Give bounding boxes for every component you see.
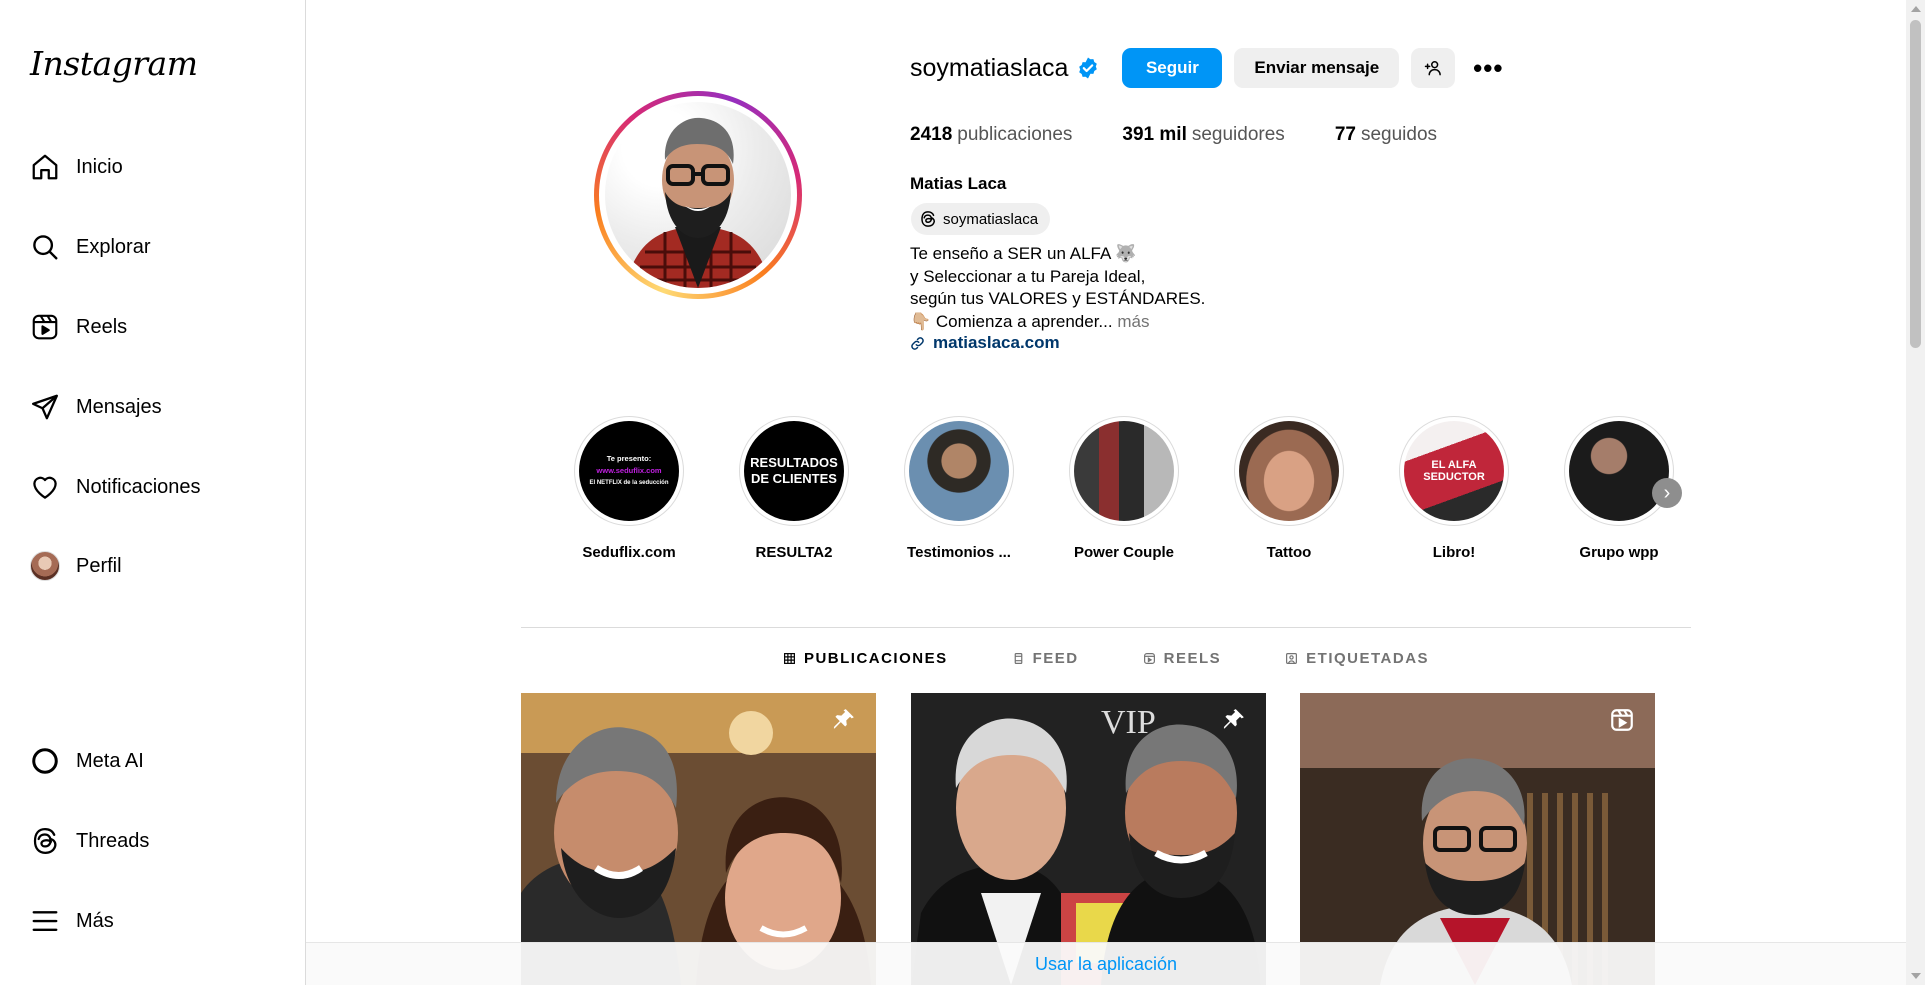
chevron-right-icon: ›	[1663, 481, 1671, 504]
use-app-bar: Usar la aplicación	[306, 942, 1906, 985]
posts-stat: 2418 publicaciones	[910, 124, 1073, 145]
sidebar-item-label: Inicio	[76, 155, 123, 178]
heart-icon	[18, 472, 72, 502]
highlight-testimonios[interactable]: Testimonios ...	[889, 416, 1029, 561]
highlight-label: Tattoo	[1266, 544, 1312, 561]
highlights-next-button[interactable]: ›	[1652, 478, 1682, 508]
following-stat[interactable]: 77 seguidos	[1335, 124, 1437, 146]
scroll-down-arrow-icon[interactable]	[1911, 973, 1921, 979]
profile-stats: 2418 publicaciones 391 mil seguidores 77 se…	[910, 124, 1487, 146]
send-icon	[18, 392, 72, 422]
tab-reels[interactable]: REELS	[1143, 650, 1222, 667]
highlight-label: Power Couple	[1073, 544, 1174, 561]
threads-badge[interactable]: soymatiaslaca	[911, 203, 1051, 235]
profile-username: soymatiaslaca	[910, 53, 1069, 82]
highlight-libro[interactable]: EL ALFA SEDUCTOR Libro!	[1384, 416, 1524, 561]
bio-line: según tus VALORES y ESTÁNDARES.	[910, 289, 1206, 308]
profile-tabs: PUBLICACIONES FEED REELS ETIQUETADAS	[521, 650, 1691, 667]
tab-feed[interactable]: FEED	[1012, 650, 1079, 667]
reels-tab-icon	[1143, 653, 1155, 664]
threads-icon	[18, 826, 72, 856]
sidebar-item-label: Más	[76, 909, 114, 932]
search-icon	[18, 232, 72, 262]
threads-icon	[921, 211, 935, 227]
reels-icon	[18, 312, 72, 342]
verified-badge-icon	[1079, 57, 1098, 79]
add-person-icon	[1424, 61, 1441, 76]
tagged-icon	[1286, 653, 1298, 664]
sidebar-item-label: Notificaciones	[76, 475, 201, 498]
highlight-label: Libro!	[1432, 544, 1476, 561]
bio-line: 👇🏼 Comienza a aprender...	[910, 311, 1113, 331]
sidebar-item-label: Perfil	[76, 554, 122, 577]
feed-icon	[1014, 653, 1022, 664]
highlight-label: RESULTA2	[755, 544, 833, 561]
threads-handle: soymatiaslaca	[943, 210, 1039, 228]
sidebar-item-mas[interactable]: Más	[18, 893, 286, 949]
sidebar-item-label: Threads	[76, 829, 150, 852]
profile-picture-ring[interactable]	[594, 91, 802, 299]
sidebar-item-perfil[interactable]: Perfil	[18, 538, 286, 594]
grid-icon	[783, 653, 795, 664]
sidebar-item-notificaciones[interactable]: Notificaciones	[18, 459, 286, 515]
sidebar-item-meta-ai[interactable]: Meta AI	[18, 733, 286, 789]
reel-icon	[1611, 709, 1633, 731]
meta-ai-icon	[18, 746, 72, 776]
follow-button[interactable]: Seguir	[1122, 48, 1223, 88]
bio-line: Te enseño a SER un ALFA 🐺	[910, 244, 1137, 263]
sidebar-item-label: Meta AI	[76, 749, 144, 772]
scrollbar-thumb[interactable]	[1910, 20, 1921, 348]
sidebar-item-reels[interactable]: Reels	[18, 299, 286, 355]
highlight-label: Grupo wpp	[1579, 544, 1659, 561]
home-icon	[18, 152, 72, 182]
tab-publicaciones[interactable]: PUBLICACIONES	[783, 650, 948, 667]
sidebar: Instagram Inicio Explorar Reels Mensajes…	[0, 0, 306, 985]
profile-bio: Te enseño a SER un ALFA 🐺 y Seleccionar …	[910, 243, 1205, 333]
highlight-power-couple[interactable]: Power Couple	[1054, 416, 1194, 561]
sidebar-item-inicio[interactable]: Inicio	[18, 139, 286, 195]
use-app-link[interactable]: Usar la aplicación	[1035, 954, 1177, 975]
profile-picture	[605, 102, 791, 288]
section-divider	[521, 627, 1691, 628]
instagram-logo[interactable]: Instagram	[30, 44, 198, 83]
highlight-tattoo[interactable]: Tattoo	[1219, 416, 1359, 561]
website-url: matiaslaca.com	[933, 333, 1060, 352]
link-icon	[911, 336, 924, 350]
scrollbar[interactable]	[1906, 0, 1925, 985]
send-message-button[interactable]: Enviar mensaje	[1234, 48, 1400, 88]
pin-icon	[1223, 709, 1244, 729]
menu-icon	[18, 906, 72, 936]
sidebar-item-label: Reels	[76, 315, 128, 338]
sidebar-item-label: Explorar	[76, 235, 151, 258]
more-options-icon[interactable]: •••	[1473, 55, 1503, 81]
highlight-label: Testimonios ...	[907, 544, 1011, 561]
highlight-seduflix[interactable]: Te presento: www.seduflix.com El NETFLIX…	[559, 416, 699, 561]
bio-more-link[interactable]: más	[1117, 312, 1149, 331]
highlight-label: Seduflix.com	[582, 544, 676, 561]
sidebar-item-threads[interactable]: Threads	[18, 813, 286, 869]
tab-etiquetadas[interactable]: ETIQUETADAS	[1285, 650, 1429, 667]
scroll-up-arrow-icon[interactable]	[1911, 6, 1921, 12]
bio-line: y Seleccionar a tu Pareja Ideal,	[910, 266, 1146, 286]
profile-full-name: Matias Laca	[910, 174, 1007, 193]
followers-stat[interactable]: 391 mil seguidores	[1122, 124, 1284, 146]
sidebar-item-explorar[interactable]: Explorar	[18, 219, 286, 275]
profile-website-link[interactable]: matiaslaca.com	[910, 333, 1060, 353]
suggested-users-button[interactable]	[1411, 48, 1456, 88]
highlight-resultados[interactable]: RESULTADOS DE CLIENTES RESULTA2	[724, 416, 864, 561]
pin-icon	[833, 709, 854, 729]
sidebar-item-label: Mensajes	[76, 395, 162, 418]
sidebar-item-mensajes[interactable]: Mensajes	[18, 379, 286, 435]
avatar	[30, 551, 60, 581]
profile-header: soymatiaslaca Seguir Enviar mensaje •••	[910, 48, 1503, 88]
